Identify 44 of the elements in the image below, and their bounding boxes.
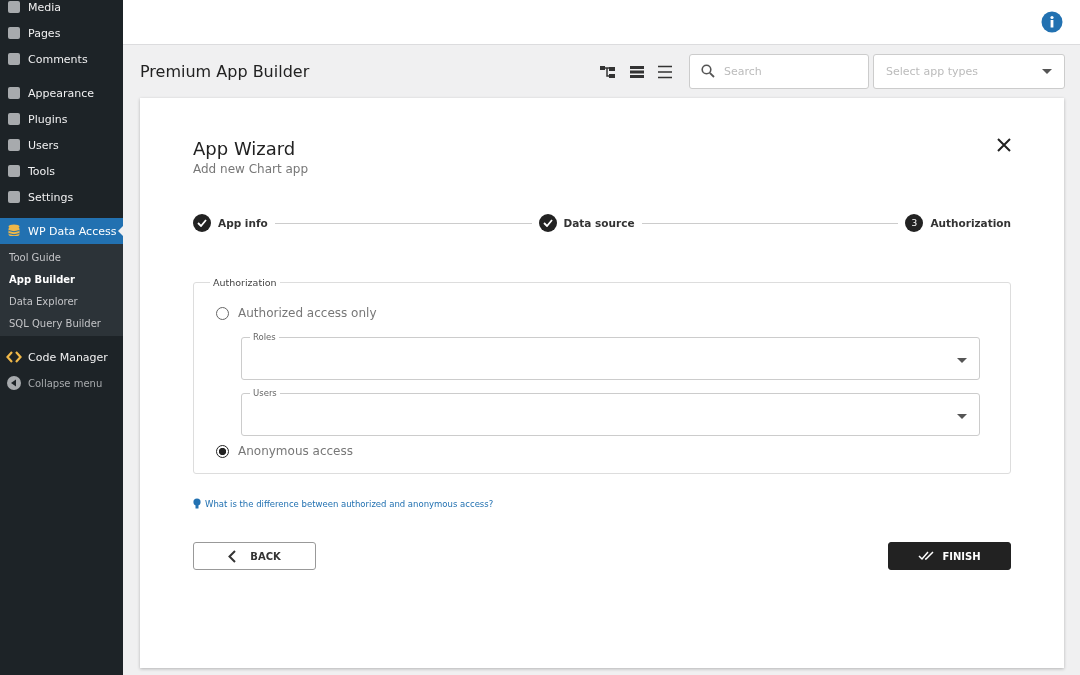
panel-legend: Authorization bbox=[210, 277, 280, 288]
list-view-icon[interactable] bbox=[629, 64, 645, 79]
radio-button[interactable] bbox=[216, 444, 229, 458]
search-field[interactable]: Search bbox=[689, 54, 869, 89]
dropdown-caret-icon bbox=[957, 357, 967, 364]
submenu-item[interactable]: Tool Guide bbox=[0, 244, 123, 270]
sidebar-item[interactable]: Tools bbox=[0, 158, 123, 184]
back-button[interactable]: BACK bbox=[193, 542, 316, 570]
collapse-menu-item[interactable]: Collapse menu bbox=[0, 370, 123, 396]
dropdown-caret-icon bbox=[957, 413, 967, 420]
sidebar-item[interactable]: Code Manager bbox=[0, 344, 123, 370]
wizard-subtitle: Add new Chart app bbox=[193, 162, 309, 176]
sidebar-item[interactable]: Comments bbox=[0, 46, 123, 72]
radio-label: Authorized access only bbox=[238, 306, 377, 320]
sidebar-item[interactable]: WP Data Access bbox=[0, 218, 123, 244]
search-icon bbox=[701, 64, 715, 78]
sidebar-item[interactable]: Media bbox=[0, 0, 123, 20]
step-label: Data source bbox=[563, 217, 635, 229]
radio-label: Anonymous access bbox=[238, 444, 353, 458]
tree-view-icon[interactable] bbox=[599, 63, 617, 80]
submenu-item[interactable]: SQL Query Builder bbox=[0, 314, 123, 336]
sidebar-item[interactable]: Plugins bbox=[0, 106, 123, 132]
close-icon[interactable] bbox=[997, 138, 1011, 152]
wizard-title: App Wizard bbox=[193, 138, 297, 159]
double-check-icon bbox=[918, 551, 935, 561]
chevron-left-icon bbox=[228, 549, 237, 563]
dropdown-caret-icon bbox=[1042, 68, 1052, 75]
submenu-item[interactable]: Data Explorer bbox=[0, 292, 123, 314]
step-number: 3 bbox=[905, 214, 924, 232]
submenu-item[interactable]: App Builder bbox=[0, 270, 123, 292]
collapse-icon bbox=[6, 375, 22, 391]
sidebar-item[interactable]: Users bbox=[0, 132, 123, 158]
lightbulb-icon bbox=[193, 498, 201, 509]
sidebar-item[interactable]: Appearance bbox=[0, 80, 123, 106]
sidebar-item[interactable]: Settings bbox=[0, 184, 123, 210]
select-field[interactable]: Roles bbox=[241, 332, 980, 380]
sidebar-item[interactable]: Pages bbox=[0, 20, 123, 46]
step-label: Authorization bbox=[930, 217, 1011, 229]
select-field[interactable]: Users bbox=[241, 388, 980, 436]
info-icon[interactable] bbox=[1041, 11, 1063, 33]
page-title: Premium App Builder bbox=[140, 62, 310, 81]
finish-button[interactable]: FINISH bbox=[888, 542, 1011, 570]
step-label: App info bbox=[218, 217, 268, 229]
help-link[interactable]: What is the difference between authorized and anonymous access? bbox=[205, 498, 494, 509]
